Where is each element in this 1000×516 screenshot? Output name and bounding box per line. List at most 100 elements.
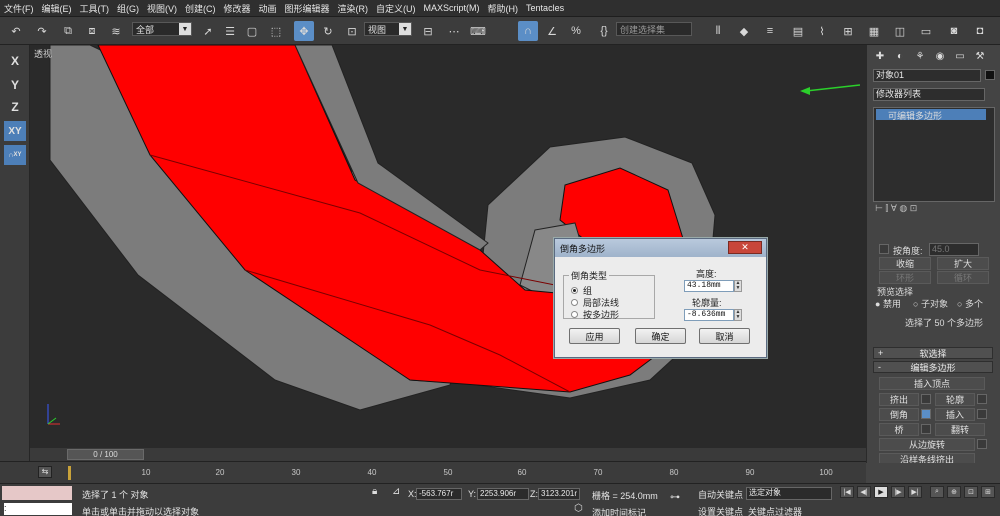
next-frame-icon[interactable]: |▶: [891, 486, 905, 498]
menu-create[interactable]: 创建(C): [181, 2, 220, 15]
stack-item-editable-poly[interactable]: 可编辑多边形: [876, 109, 986, 121]
axis-xy-button[interactable]: XY: [4, 121, 26, 141]
cancel-button[interactable]: 取消: [699, 328, 750, 344]
by-angle-checkbox[interactable]: [879, 244, 889, 254]
key-selection-dropdown[interactable]: 选定对象: [746, 487, 832, 500]
bevel-button[interactable]: 倒角: [879, 408, 919, 421]
zoom-all-icon[interactable]: ⊕: [947, 486, 961, 498]
go-to-start-icon[interactable]: |◀: [840, 486, 854, 498]
maxscript-input[interactable]: :: [4, 503, 72, 515]
display-tab-icon[interactable]: ▭: [953, 49, 967, 63]
key-filters-button[interactable]: 关键点过滤器: [748, 505, 802, 516]
object-color-swatch[interactable]: [985, 70, 995, 80]
play-icon[interactable]: ▶: [874, 486, 888, 498]
menu-help[interactable]: 帮助(H): [484, 2, 523, 15]
menu-tools[interactable]: 工具(T): [76, 2, 114, 15]
window-crossing-icon[interactable]: ⬚: [266, 21, 286, 41]
transform-gizmo[interactable]: [800, 77, 860, 107]
hierarchy-tab-icon[interactable]: ⚘: [913, 49, 927, 63]
spinner-snap-icon[interactable]: {}: [594, 21, 614, 41]
time-slider[interactable]: 0 / 100: [67, 449, 144, 460]
extrude-button[interactable]: 挤出: [879, 393, 919, 406]
bind-spacewarp-icon[interactable]: ≋: [106, 21, 126, 41]
select-rotate-icon[interactable]: ↻: [318, 21, 338, 41]
flip-button[interactable]: 翻转: [935, 423, 985, 436]
rendered-frame-icon[interactable]: ▭: [916, 21, 936, 41]
hinge-settings-button[interactable]: [977, 439, 987, 449]
menu-graph-editors[interactable]: 图形编辑器: [281, 2, 334, 15]
extrude-settings-button[interactable]: [921, 394, 931, 404]
radio-by-polygon[interactable]: 按多边形: [571, 308, 619, 321]
go-to-end-icon[interactable]: ▶|: [908, 486, 922, 498]
angle-snap-icon[interactable]: ∠: [542, 21, 562, 41]
motion-tab-icon[interactable]: ◉: [933, 49, 947, 63]
outline-settings-button[interactable]: [977, 394, 987, 404]
material-editor-icon[interactable]: ▦: [864, 21, 884, 41]
menu-modifiers[interactable]: 修改器: [220, 2, 255, 15]
menu-maxscript[interactable]: MAXScript(M): [420, 3, 484, 13]
undo-icon[interactable]: ↶: [6, 21, 26, 41]
z-coord-field[interactable]: 3123.201r: [538, 488, 580, 500]
redo-icon[interactable]: ↷: [32, 21, 52, 41]
bevel-settings-button[interactable]: [921, 409, 931, 419]
apply-button[interactable]: 应用: [569, 328, 620, 344]
named-selection-dropdown[interactable]: 创建选择集: [616, 22, 692, 36]
select-icon[interactable]: ➚: [198, 21, 218, 41]
loop-button[interactable]: 循环: [937, 271, 989, 284]
x-coord-field[interactable]: -563.767r: [416, 488, 462, 500]
insert-vertex-button[interactable]: 插入顶点: [879, 377, 985, 390]
modify-tab-icon[interactable]: ◐: [893, 49, 907, 63]
rollout-edit-polygons[interactable]: - 编辑多边形: [873, 361, 993, 373]
menu-file[interactable]: 文件(F): [0, 2, 38, 15]
rollout-soft-selection[interactable]: + 软选择: [873, 347, 993, 359]
axis-xy-magnet-button[interactable]: ∩ XY: [4, 145, 26, 165]
menu-edit[interactable]: 编辑(E): [38, 2, 76, 15]
shrink-button[interactable]: 收缩: [879, 257, 931, 270]
select-scale-icon[interactable]: ⊡: [342, 21, 362, 41]
render-production-icon[interactable]: ◘: [970, 21, 990, 41]
inset-button[interactable]: 插入: [935, 408, 975, 421]
preview-disable-radio[interactable]: ● 禁用: [875, 297, 901, 310]
unlink-icon[interactable]: ⧈: [82, 21, 102, 41]
key-icon[interactable]: ⊶: [670, 492, 680, 503]
maxscript-listener-mini[interactable]: [2, 486, 72, 500]
ok-button[interactable]: 确定: [635, 328, 686, 344]
dialog-title-bar[interactable]: 倒角多边形 ✕: [555, 239, 766, 257]
axis-x-button[interactable]: X: [4, 51, 26, 71]
axis-z-button[interactable]: Z: [4, 97, 26, 117]
stack-tools-icons[interactable]: ⊢ ⫿ ∀ ◍ ⊡: [875, 203, 917, 214]
bridge-settings-button[interactable]: [921, 424, 931, 434]
ring-button[interactable]: 环形: [879, 271, 931, 284]
preview-subobject-radio[interactable]: ○ 子对象: [913, 297, 948, 310]
menu-rendering[interactable]: 渲染(R): [334, 2, 373, 15]
graphite-toolbar-icon[interactable]: ▤: [788, 21, 808, 41]
ref-coord-dropdown[interactable]: 视图 ▼: [364, 22, 412, 36]
track-bar-menu-icon[interactable]: ⇆: [38, 466, 52, 478]
by-angle-spinner[interactable]: 45.0: [929, 243, 979, 256]
absolute-mode-icon[interactable]: ⊿: [392, 486, 400, 497]
schematic-view-icon[interactable]: ⊞: [838, 21, 858, 41]
auto-key-button[interactable]: 自动关键点: [698, 488, 743, 501]
mirror-icon[interactable]: ⫴: [708, 21, 728, 41]
cube-icon[interactable]: ⬡: [574, 503, 583, 514]
lock-icon[interactable]: 🔒︎: [372, 486, 377, 497]
viewport-label[interactable]: 透视: [34, 47, 52, 60]
render-setup-icon[interactable]: ◫: [890, 21, 910, 41]
outline-button[interactable]: 轮廓: [935, 393, 975, 406]
hinge-from-edge-button[interactable]: 从边旋转: [879, 438, 975, 451]
previous-frame-icon[interactable]: ◀|: [857, 486, 871, 498]
select-by-name-icon[interactable]: ☰: [220, 21, 240, 41]
grow-button[interactable]: 扩大: [937, 257, 989, 270]
layer-manager-icon[interactable]: ≡: [760, 21, 780, 41]
render-icon[interactable]: ◙: [944, 21, 964, 41]
snap-toggle-icon[interactable]: ∩: [518, 21, 538, 41]
select-move-icon[interactable]: ✥: [294, 21, 314, 41]
keyboard-shortcut-icon[interactable]: ⌨: [468, 21, 488, 41]
select-manipulate-icon[interactable]: ⋯: [444, 21, 464, 41]
preview-multi-radio[interactable]: ○ 多个: [957, 297, 983, 310]
outline-spinner[interactable]: -8.636mm: [684, 309, 734, 321]
selection-filter-dropdown[interactable]: 全部 ▼: [132, 22, 192, 36]
spinner-arrows-icon[interactable]: ▲ ▼: [734, 280, 742, 292]
zoom-icon[interactable]: ⌕: [930, 486, 944, 498]
y-coord-field[interactable]: 2253.906r: [477, 488, 529, 500]
